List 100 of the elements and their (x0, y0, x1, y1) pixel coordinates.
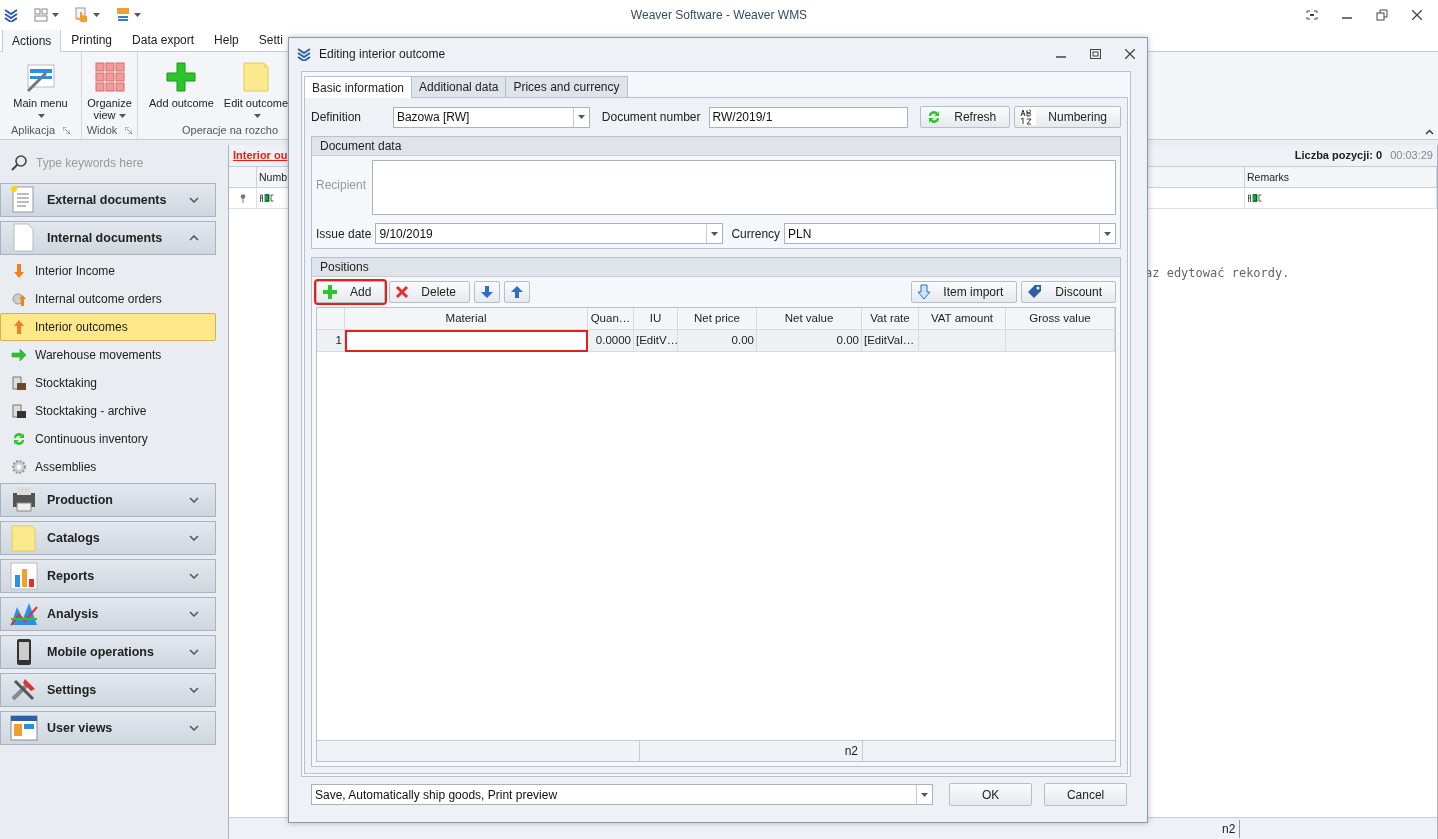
definition-dropdown[interactable]: Bazowa [RW] (392, 106, 590, 128)
restore-icon[interactable] (1376, 9, 1388, 21)
ribbon-button[interactable]: Edit outcome (220, 56, 292, 120)
column-header: Net value (757, 308, 862, 330)
ribbon-button[interactable]: Main menu (10, 56, 71, 120)
ribbon-tab[interactable]: Actions (2, 29, 62, 52)
nav-item[interactable]: Continuous inventory (0, 425, 216, 453)
table-cell: 0.00 (678, 330, 757, 352)
item-icon (11, 291, 27, 307)
nav-item[interactable]: Warehouse movements (0, 341, 216, 369)
section-header: Document data (312, 137, 1120, 156)
launcher-icon[interactable] (125, 127, 133, 134)
column-header: Gross value (1006, 308, 1115, 330)
nav-group[interactable]: Catalogs (0, 521, 216, 555)
launcher-icon[interactable] (63, 127, 70, 134)
restore-icon[interactable] (1090, 49, 1101, 59)
dialog-tab[interactable]: Prices and currency (505, 76, 628, 97)
column-header: Remarks (1245, 167, 1437, 188)
record-count: Liczba pozycji: 0 (1294, 148, 1383, 164)
text-filter-icon (260, 194, 274, 202)
arrow-down-icon (480, 285, 495, 299)
collapse-icon[interactable] (1425, 129, 1434, 135)
window-title: Weaver Software - Weaver WMS (630, 8, 808, 22)
layout-icon[interactable] (34, 8, 48, 22)
toolbar-button[interactable]: Add (316, 281, 386, 303)
field-label: Issue date (316, 225, 372, 243)
group-label: Widok (86, 123, 118, 139)
ribbon-button[interactable]: Add outcome (146, 56, 217, 110)
column-header: Material (345, 308, 588, 330)
ok-button[interactable]: OK (949, 783, 1033, 806)
caret-icon (93, 13, 100, 17)
numbering-icon (1020, 109, 1037, 125)
nav-group[interactable]: Settings (0, 673, 216, 707)
arrow-up-icon (510, 285, 525, 299)
dialog-tab[interactable]: Additional data (411, 76, 507, 97)
group-icon (9, 523, 39, 553)
nav-group[interactable]: Internal documents (0, 221, 216, 255)
table-cell: 0.00 (757, 330, 862, 352)
ribbon-tab[interactable]: Help (204, 29, 249, 51)
nav-group[interactable]: External documents (0, 183, 216, 217)
column-header: VAT amount (919, 308, 1006, 330)
item-icon (11, 347, 27, 363)
close-icon[interactable] (1412, 10, 1422, 20)
dropdown-icon (577, 115, 585, 119)
ribbon-tab[interactable]: Setti (248, 29, 293, 51)
nav-group[interactable]: Analysis (0, 597, 216, 631)
ribbon-tab[interactable]: Data export (122, 29, 205, 51)
column-header: Net price (678, 308, 757, 330)
item-icon (11, 375, 27, 391)
grid-icon (93, 61, 126, 93)
nav-item[interactable]: Interior Income (0, 257, 216, 285)
input-field[interactable]: RW/2019/1 (708, 106, 909, 128)
cancel-button[interactable]: Cancel (1044, 783, 1127, 806)
dropdown-icon (711, 231, 719, 236)
table-cell: [EditVal… (862, 330, 919, 352)
toolbar-button[interactable]: Refresh (920, 106, 1011, 128)
table-cell: [EditV… (634, 330, 678, 352)
ribbon-tab[interactable]: Printing (61, 29, 123, 51)
currency-dropdown[interactable]: PLN (784, 223, 1116, 244)
item-icon (11, 403, 27, 419)
dialog-tab[interactable]: Basic information (304, 76, 413, 98)
search-icon (10, 154, 28, 172)
move-button[interactable] (474, 281, 501, 303)
group-label: Operacje na rozcho (182, 123, 278, 139)
close-icon[interactable] (1125, 49, 1135, 59)
dialog-title: Editing interior outcome (319, 46, 446, 63)
toolbar-button[interactable]: Delete (389, 281, 471, 303)
column-header: Vat rate (862, 308, 919, 330)
fullscreen-icon[interactable] (1306, 10, 1318, 20)
nav-item[interactable]: Stocktaking (0, 369, 216, 397)
nav-group[interactable]: User views (0, 711, 216, 745)
toolbar-button[interactable]: Numbering (1014, 106, 1121, 128)
nav-item[interactable]: Interior outcomes (0, 313, 216, 341)
nav-group[interactable]: Production (0, 483, 216, 517)
dropdown-icon (921, 792, 929, 797)
save-mode-dropdown[interactable]: Save, Automatically ship goods, Print preview (311, 784, 934, 805)
toolbar-button[interactable]: Discount (1021, 281, 1116, 303)
section-header: Positions (312, 258, 1120, 277)
spellcheck-icon[interactable] (116, 8, 130, 22)
nav-item[interactable]: Assemblies (0, 453, 216, 481)
field-label: Document number (601, 109, 701, 126)
nav-item[interactable]: Internal outcome orders (0, 285, 216, 313)
nav-group[interactable]: Mobile operations (0, 635, 216, 669)
caret-icon (134, 13, 141, 17)
column-header: Quan… (588, 308, 634, 330)
column-header: IU (634, 308, 678, 330)
ribbon-button[interactable]: Organize view (82, 56, 137, 122)
material-field[interactable] (345, 330, 588, 352)
table-cell: 0.0000 (588, 330, 634, 352)
move-button[interactable] (504, 281, 531, 303)
nav-group[interactable]: Reports (0, 559, 216, 593)
pencil-icon (24, 61, 57, 93)
nav-item[interactable]: Stocktaking - archive (0, 397, 216, 425)
field-label: Currency (731, 225, 781, 243)
item-icon (11, 319, 27, 335)
toolbar-button[interactable]: Item import (911, 281, 1018, 303)
date-field[interactable]: 9/10/2019 (375, 223, 724, 244)
recipient-field[interactable] (372, 160, 1116, 215)
summary-cell: n2 (640, 741, 863, 761)
caret-icon (52, 13, 59, 17)
